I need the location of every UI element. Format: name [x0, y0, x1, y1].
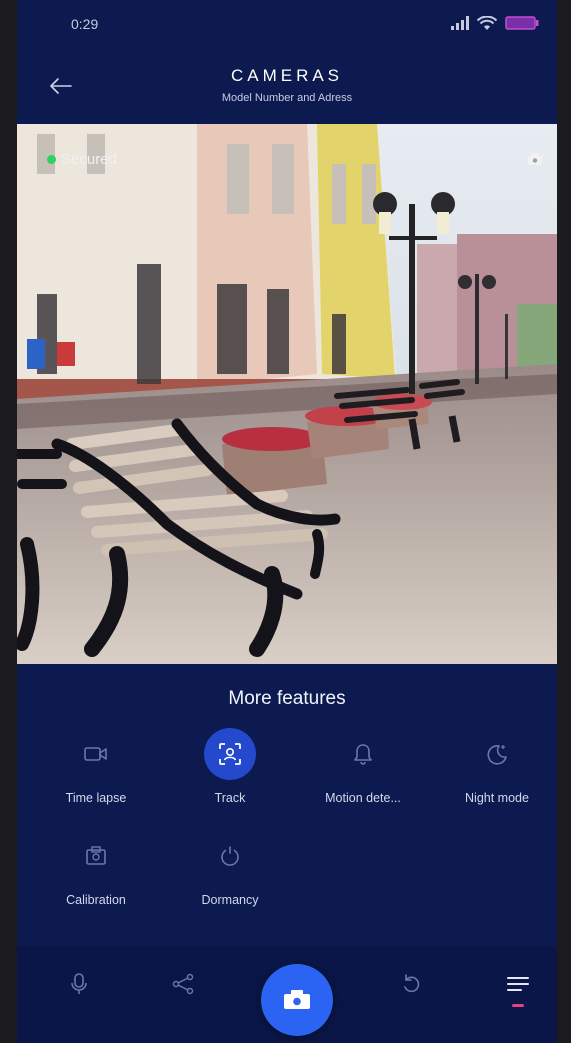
camera-feed[interactable] — [17, 124, 557, 664]
feature-label: Calibration — [66, 893, 126, 907]
feature-label: Dormancy — [201, 893, 259, 907]
face-track-icon — [219, 743, 241, 765]
feature-label: Time lapse — [65, 791, 127, 805]
app-screen: 0:29 CAMERAS Model Number and Adress Sec… — [17, 0, 557, 1043]
camera-button[interactable] — [261, 964, 333, 1036]
nav-replay[interactable] — [391, 964, 431, 1004]
nav-share[interactable] — [163, 964, 203, 1004]
camera-icon — [284, 990, 310, 1009]
feature-night-mode[interactable]: Night mode — [432, 728, 557, 805]
microphone-icon — [71, 973, 87, 994]
feature-time-lapse[interactable]: Time lapse — [31, 728, 161, 805]
moon-icon — [487, 745, 507, 765]
feature-label: Motion dete... — [325, 791, 401, 805]
feature-label: Track — [214, 791, 246, 805]
feature-icon-wrapper — [70, 728, 122, 780]
feature-icon-wrapper — [337, 728, 389, 780]
feature-icon-wrapper — [70, 830, 122, 882]
nav-active-indicator — [512, 1004, 524, 1007]
video-icon — [84, 747, 107, 761]
nav-menu[interactable] — [498, 964, 538, 1004]
feature-label: Night mode — [465, 791, 529, 805]
page-title: CAMERAS — [230, 66, 344, 85]
signal-icon — [451, 16, 469, 30]
battery-icon — [505, 16, 539, 30]
snapshot-button[interactable] — [526, 150, 544, 168]
camera-small-icon — [528, 153, 542, 165]
feature-icon-wrapper — [204, 728, 256, 780]
feature-dormancy[interactable]: Dormancy — [165, 830, 295, 907]
share-icon — [172, 973, 194, 995]
power-icon — [221, 846, 239, 866]
replay-icon — [404, 974, 420, 993]
more-features-title: More features — [228, 688, 346, 709]
app-bar: CAMERAS Model Number and Adress — [17, 48, 557, 124]
status-time: 0:29 — [71, 16, 99, 32]
status-icons — [451, 14, 539, 32]
page-subtitle: Model Number and Adress — [221, 92, 353, 104]
feature-calibration[interactable]: Calibration — [31, 830, 161, 907]
feature-icon-wrapper — [204, 830, 256, 882]
wifi-icon — [477, 15, 497, 30]
feature-track[interactable]: Track — [165, 728, 295, 805]
feature-icon-wrapper — [471, 728, 523, 780]
street-scene-image — [17, 124, 557, 664]
security-status-label: Secured — [61, 151, 117, 168]
nav-microphone[interactable] — [59, 964, 99, 1004]
status-dot — [47, 155, 56, 164]
feature-motion-detection[interactable]: Motion dete... — [298, 728, 428, 805]
calibration-icon — [86, 846, 106, 865]
security-status: Secured — [47, 151, 117, 168]
menu-icon — [507, 977, 529, 991]
status-bar: 0:29 — [17, 0, 557, 48]
bell-icon — [354, 744, 372, 765]
